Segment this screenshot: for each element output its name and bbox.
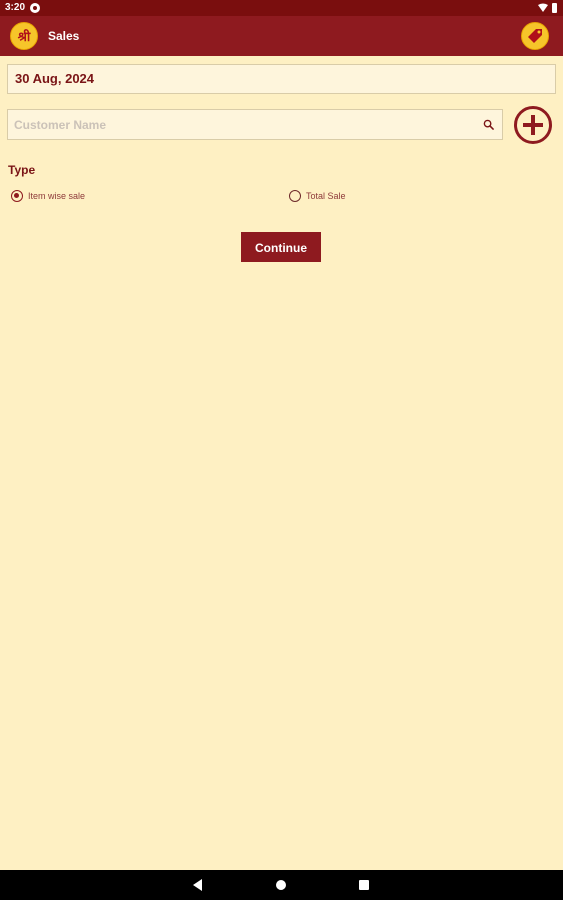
radio-total-sale[interactable]: Total Sale	[289, 189, 346, 203]
add-customer-button[interactable]	[514, 106, 552, 144]
back-icon[interactable]	[193, 879, 202, 891]
status-icons	[538, 3, 557, 13]
tag-button[interactable]	[521, 22, 549, 50]
radio-unchecked-icon	[289, 190, 301, 202]
tag-icon	[528, 29, 542, 43]
status-bar: 3:20	[0, 0, 563, 16]
wifi-icon	[538, 3, 548, 12]
radio-checked-icon	[11, 190, 23, 202]
app-logo: श्री	[10, 22, 38, 50]
app-bar: श्री Sales	[0, 16, 563, 56]
g-icon	[30, 3, 40, 13]
home-icon[interactable]	[276, 880, 286, 890]
search-icon	[483, 119, 494, 130]
date-field[interactable]: 30 Aug, 2024	[7, 64, 556, 94]
customer-search-box	[7, 109, 503, 140]
radio-label: Item wise sale	[28, 191, 86, 201]
recents-icon[interactable]	[359, 880, 369, 890]
radio-item-wise-sale[interactable]: Item wise sale	[11, 189, 85, 203]
type-label: Type	[8, 163, 36, 177]
battery-icon	[552, 3, 557, 13]
radio-label: Total Sale	[306, 191, 346, 201]
customer-name-input[interactable]	[8, 110, 468, 139]
status-time: 3:20	[5, 2, 26, 13]
continue-button[interactable]: Continue	[241, 232, 321, 262]
navigation-bar	[0, 870, 563, 900]
page-title: Sales	[48, 29, 80, 43]
